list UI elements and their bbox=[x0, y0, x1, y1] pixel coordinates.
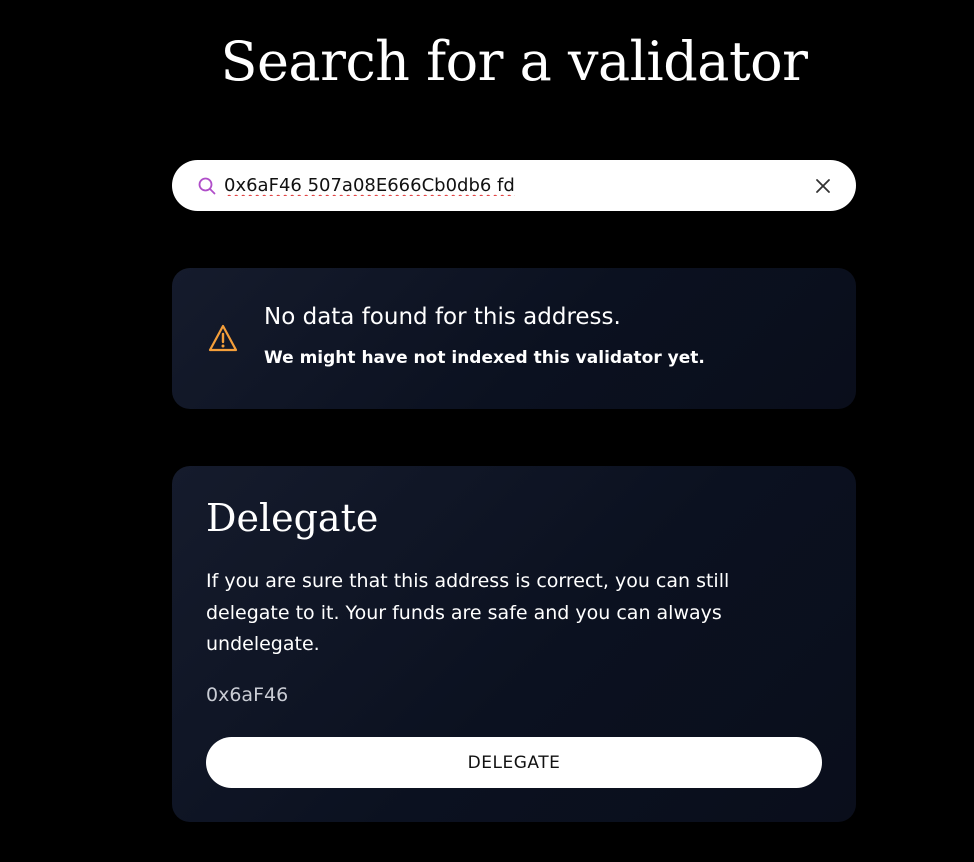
validator-address: 0x6aF46 bbox=[206, 684, 289, 706]
delegate-card: Delegate If you are sure that this addre… bbox=[172, 466, 856, 822]
notice-subtitle: We might have not indexed this validator… bbox=[264, 348, 705, 368]
warning-icon bbox=[208, 324, 238, 352]
search-input[interactable] bbox=[224, 175, 786, 196]
close-icon bbox=[816, 178, 830, 193]
page: Search for a validator No data found for… bbox=[0, 0, 974, 862]
delegate-description: If you are sure that this address is cor… bbox=[206, 570, 730, 655]
search-icon bbox=[196, 175, 218, 197]
no-data-notice: No data found for this address. We might… bbox=[172, 268, 856, 409]
clear-search-button[interactable] bbox=[810, 173, 836, 199]
search-bar bbox=[172, 160, 856, 211]
delegate-title: Delegate bbox=[206, 496, 379, 540]
notice-title: No data found for this address. bbox=[264, 304, 621, 330]
page-title: Search for a validator bbox=[220, 30, 808, 93]
delegate-button[interactable]: DELEGATE bbox=[206, 737, 822, 788]
